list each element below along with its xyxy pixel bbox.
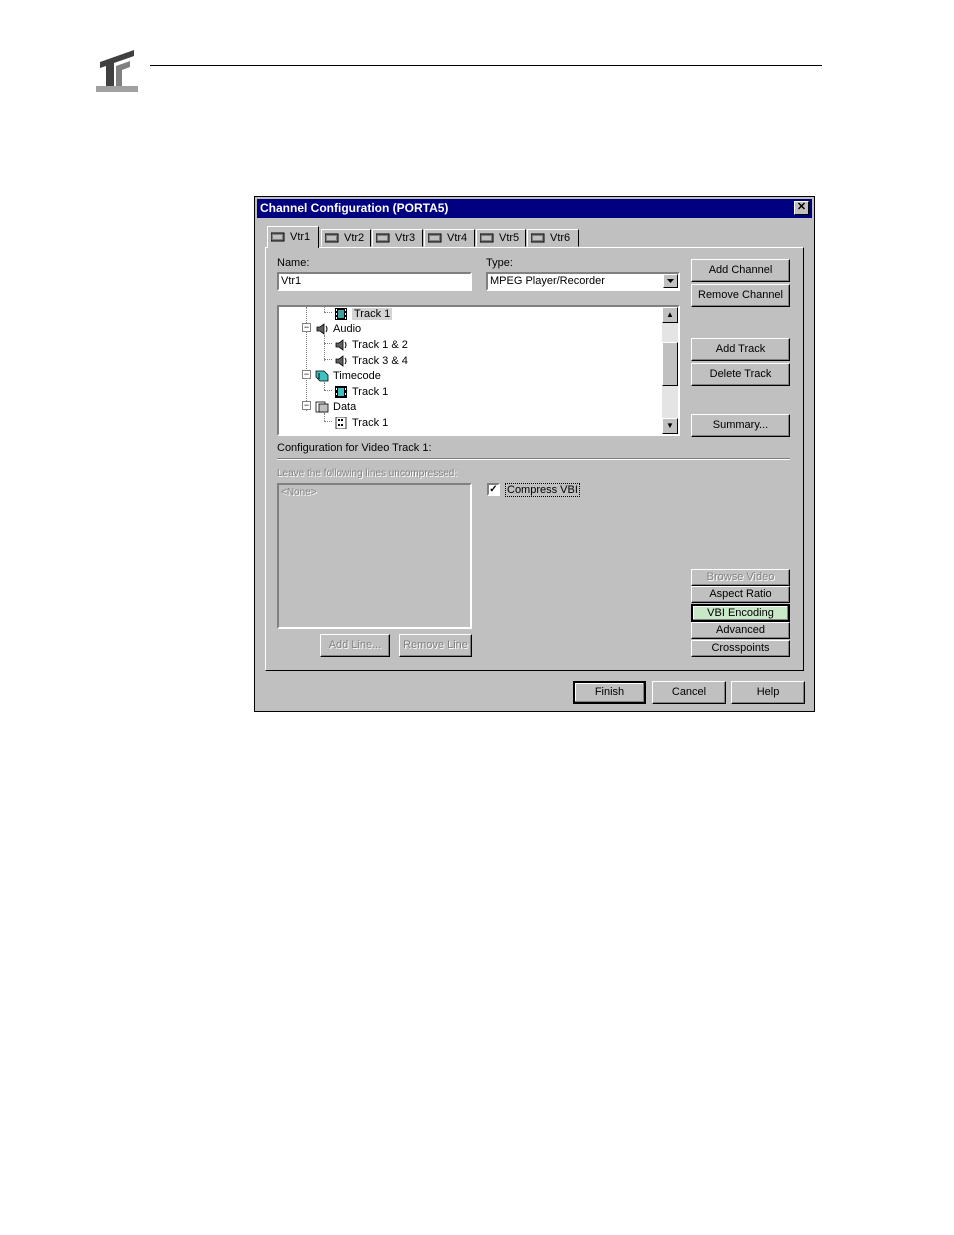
- tree-line: [324, 390, 332, 391]
- cancel-button[interactable]: Cancel: [652, 681, 726, 704]
- vtr-icon: [428, 233, 442, 243]
- list-item: <None>: [281, 487, 317, 498]
- dialog-titlebar: Channel Configuration (PORTA5) ✕: [257, 199, 812, 218]
- scroll-thumb[interactable]: [662, 342, 678, 386]
- speaker-icon: [316, 323, 328, 335]
- tree-node-timecode-track-1[interactable]: Track 1: [334, 385, 388, 399]
- header-rule: [150, 65, 822, 66]
- timecode-icon: [315, 370, 329, 382]
- tab-vtr5[interactable]: Vtr5: [476, 229, 526, 247]
- vtr-icon: [271, 232, 285, 242]
- uncompressed-lines-label: Leave the following lines uncompressed:: [277, 468, 458, 479]
- add-channel-button[interactable]: Add Channel: [691, 259, 790, 282]
- channel-configuration-dialog: Channel Configuration (PORTA5) ✕ Vtr1 Vt…: [254, 196, 815, 712]
- tree-line: [324, 359, 332, 360]
- tab-vtr3[interactable]: Vtr3: [372, 229, 423, 247]
- type-label: Type:: [486, 257, 513, 269]
- chevron-down-icon[interactable]: [663, 274, 678, 288]
- vtr-icon: [480, 233, 494, 243]
- browse-video-button[interactable]: Browse Video: [691, 569, 790, 586]
- config-label: Configuration for Video Track 1:: [277, 442, 432, 454]
- data-track-icon: [335, 417, 347, 430]
- vtr-icon: [531, 233, 545, 243]
- vtr-icon: [325, 233, 339, 243]
- uncompressed-lines-list[interactable]: <None>: [277, 483, 472, 629]
- scroll-up-icon[interactable]: ▲: [662, 307, 678, 323]
- delete-track-button[interactable]: Delete Track: [691, 363, 790, 386]
- advanced-button[interactable]: Advanced: [691, 622, 790, 639]
- compress-vbi-checkbox[interactable]: ✓: [487, 483, 500, 496]
- tree-scrollbar[interactable]: ▲ ▼: [662, 307, 678, 434]
- tree-line: [324, 382, 325, 390]
- collapse-icon[interactable]: −: [302, 370, 311, 379]
- tree-node-data-track-1[interactable]: Track 1: [334, 416, 388, 430]
- remove-channel-button[interactable]: Remove Channel: [691, 284, 790, 307]
- collapse-icon[interactable]: −: [302, 323, 311, 332]
- scroll-down-icon[interactable]: ▼: [662, 418, 678, 434]
- section-divider: [277, 458, 790, 460]
- tree-line: [324, 343, 332, 344]
- collapse-icon[interactable]: −: [302, 401, 311, 410]
- data-icon: [315, 401, 329, 413]
- tree-line: [324, 413, 325, 421]
- finish-button[interactable]: Finish: [573, 681, 646, 704]
- dialog-title: Channel Configuration (PORTA5): [260, 201, 449, 215]
- add-line-button[interactable]: Add Line...: [320, 634, 390, 657]
- tree-node-audio-track-1-2[interactable]: Track 1 & 2: [334, 338, 408, 352]
- film-icon: [335, 308, 347, 321]
- tab-vtr1[interactable]: Vtr1: [267, 226, 319, 248]
- speaker-icon: [335, 339, 347, 351]
- type-select-value: MPEG Player/Recorder: [490, 275, 605, 287]
- aspect-ratio-button[interactable]: Aspect Ratio: [691, 586, 790, 603]
- company-logo: [96, 42, 138, 92]
- tree-line: [324, 421, 332, 422]
- tree-node-timecode[interactable]: Timecode: [315, 369, 381, 383]
- close-icon[interactable]: ✕: [794, 201, 809, 215]
- name-label: Name:: [277, 257, 310, 269]
- name-field[interactable]: Vtr1: [277, 272, 472, 291]
- type-select[interactable]: MPEG Player/Recorder: [486, 272, 680, 291]
- tree-node-video-track-1[interactable]: Track 1: [334, 307, 393, 321]
- tab-vtr2[interactable]: Vtr2: [321, 229, 371, 247]
- tree-line: [324, 335, 325, 361]
- summary-button[interactable]: Summary...: [691, 414, 790, 437]
- remove-line-button[interactable]: Remove Line: [399, 634, 472, 657]
- compress-vbi-label[interactable]: Compress VBI: [505, 483, 580, 497]
- vtr-icon: [376, 233, 390, 243]
- channel-tree[interactable]: − − − Track 1 Audio Track 1 & 2 Track 3 …: [277, 305, 680, 436]
- tree-node-audio-track-3-4[interactable]: Track 3 & 4: [334, 354, 408, 368]
- tree-node-audio[interactable]: Audio: [315, 322, 361, 336]
- tab-vtr4[interactable]: Vtr4: [424, 229, 475, 247]
- tab-vtr6[interactable]: Vtr6: [527, 229, 579, 247]
- tree-line: [324, 312, 332, 313]
- vbi-encoding-button[interactable]: VBI Encoding: [691, 604, 790, 622]
- help-button[interactable]: Help: [731, 681, 805, 704]
- speaker-icon: [335, 355, 347, 367]
- tree-node-data[interactable]: Data: [315, 400, 356, 414]
- crosspoints-button[interactable]: Crosspoints: [691, 640, 790, 657]
- add-track-button[interactable]: Add Track: [691, 338, 790, 361]
- timecode-track-icon: [335, 386, 347, 399]
